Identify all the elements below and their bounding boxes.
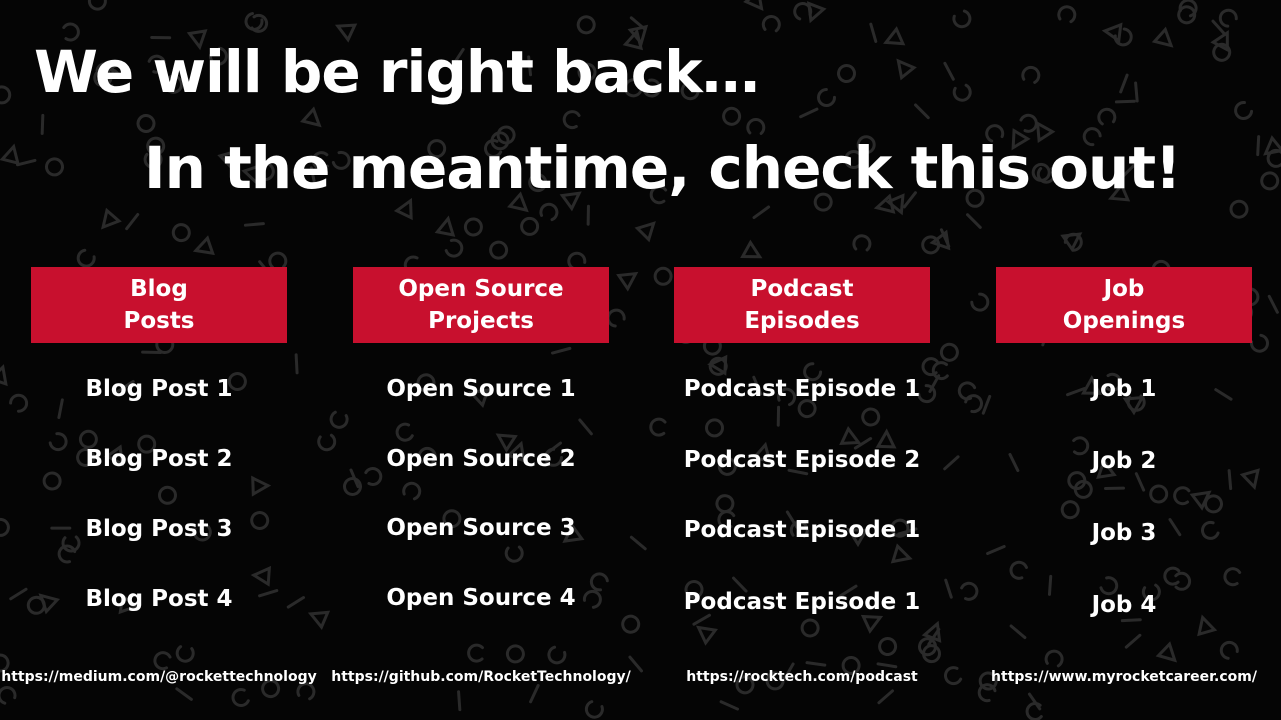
pattern-shape xyxy=(852,234,872,252)
pattern-shape xyxy=(1234,101,1254,120)
podcast-link[interactable]: https://rocktech.com/podcast xyxy=(634,667,970,687)
list-item[interactable]: Blog Post 1 xyxy=(11,374,307,404)
list-item[interactable]: Podcast Episode 1 xyxy=(654,587,950,617)
pattern-shape xyxy=(896,58,917,81)
pattern-shape xyxy=(76,248,96,268)
pattern-shape xyxy=(649,417,667,437)
column-blog-posts: Blog Posts Blog Post 1 Blog Post 2 Blog … xyxy=(1,267,317,697)
pattern-shape xyxy=(740,239,763,259)
pattern-shape xyxy=(1021,65,1041,84)
blog-link[interactable]: https://medium.com/@rockettechnology xyxy=(0,667,327,687)
pattern-shape xyxy=(171,223,191,243)
pattern-shape xyxy=(817,88,836,107)
column-job-openings: Job Openings Job 1 Job 2 Job 3 Job 4 htt… xyxy=(991,267,1257,697)
pattern-shape xyxy=(966,213,982,229)
pattern-shape xyxy=(0,686,17,705)
list-item[interactable]: Blog Post 2 xyxy=(11,444,307,474)
list-item[interactable]: Open Source 4 xyxy=(333,583,629,613)
pattern-shape xyxy=(1260,171,1280,191)
list-item[interactable]: Podcast Episode 1 xyxy=(654,515,950,545)
pattern-shape xyxy=(883,26,906,46)
pattern-shape xyxy=(463,217,483,237)
headline-primary: We will be right back… xyxy=(34,38,760,106)
pattern-shape xyxy=(914,103,930,120)
pattern-shape xyxy=(444,238,464,258)
pattern-shape xyxy=(307,610,331,630)
pattern-shape xyxy=(869,22,878,43)
pattern-shape xyxy=(101,207,122,230)
pattern-shape xyxy=(489,240,509,260)
pattern-shape xyxy=(1212,42,1232,62)
pattern-shape xyxy=(1250,333,1269,353)
pattern-shape xyxy=(943,61,955,81)
column-header-podcast-episodes: Podcast Episodes xyxy=(674,267,930,343)
list-item[interactable]: Blog Post 3 xyxy=(11,514,307,544)
pattern-shape xyxy=(616,271,639,292)
pattern-shape xyxy=(0,143,20,166)
pattern-shape xyxy=(621,614,641,634)
column-podcast-episodes: Podcast Episodes Podcast Episode 1 Podca… xyxy=(674,267,930,697)
list-item[interactable]: Job 4 xyxy=(976,590,1272,620)
github-link[interactable]: https://github.com/RocketTechnology/ xyxy=(313,667,649,687)
pattern-shape xyxy=(243,222,265,227)
pattern-shape xyxy=(0,85,12,105)
list-item[interactable]: Job 3 xyxy=(976,518,1272,548)
list-item[interactable]: Open Source 3 xyxy=(333,513,629,543)
pattern-shape xyxy=(329,410,349,429)
list-item[interactable]: Open Source 1 xyxy=(333,374,629,404)
headline-secondary: In the meantime, check this out! xyxy=(144,134,1181,202)
pattern-shape xyxy=(192,235,215,256)
pattern-shape xyxy=(634,221,656,243)
pattern-shape xyxy=(806,1,827,24)
pattern-shape xyxy=(1114,99,1136,104)
list-item[interactable]: Podcast Episode 2 xyxy=(654,445,950,475)
pattern-shape xyxy=(40,113,45,135)
pattern-shape xyxy=(1229,199,1249,219)
pattern-shape xyxy=(629,535,647,551)
pattern-shape xyxy=(15,158,37,167)
list-item[interactable]: Podcast Episode 1 xyxy=(654,374,950,404)
pattern-shape xyxy=(952,83,972,102)
pattern-shape xyxy=(939,342,959,362)
pattern-shape xyxy=(1267,294,1279,314)
pattern-shape xyxy=(584,700,604,719)
pattern-shape xyxy=(1113,27,1133,47)
pattern-shape xyxy=(606,308,626,328)
careers-link[interactable]: https://www.myrocketcareer.com/ xyxy=(956,667,1281,687)
pattern-shape xyxy=(294,353,299,375)
column-header-blog-posts: Blog Posts xyxy=(31,267,287,343)
column-header-open-source-projects: Open Source Projects xyxy=(353,267,609,343)
list-item[interactable]: Job 2 xyxy=(976,446,1272,476)
pattern-shape xyxy=(837,64,856,83)
pattern-shape xyxy=(1134,81,1139,103)
pattern-shape xyxy=(1057,5,1077,24)
column-header-job-openings: Job Openings xyxy=(996,267,1252,343)
pattern-shape xyxy=(799,107,819,119)
pattern-shape xyxy=(970,292,990,312)
list-item[interactable]: Blog Post 4 xyxy=(11,584,307,614)
pattern-shape xyxy=(743,0,764,12)
pattern-shape xyxy=(653,266,673,286)
pattern-shape xyxy=(520,216,540,236)
pattern-shape xyxy=(1218,8,1238,28)
pattern-shape xyxy=(0,364,8,387)
pattern-shape xyxy=(719,700,740,711)
pattern-shape xyxy=(434,215,456,237)
pattern-shape xyxy=(1101,22,1123,44)
pattern-shape xyxy=(0,517,10,537)
pattern-shape xyxy=(952,9,972,29)
pattern-shape xyxy=(761,15,781,33)
column-open-source-projects: Open Source Projects Open Source 1 Open … xyxy=(331,267,631,697)
pattern-shape xyxy=(1025,702,1043,720)
pattern-shape xyxy=(45,157,64,177)
pattern-shape xyxy=(1256,135,1261,157)
list-item[interactable]: Job 1 xyxy=(976,374,1272,404)
pattern-shape xyxy=(1151,26,1174,48)
list-item[interactable]: Open Source 2 xyxy=(333,444,629,474)
pattern-shape xyxy=(125,213,140,231)
pattern-shape xyxy=(87,0,107,11)
pattern-shape xyxy=(1263,135,1281,156)
pattern-shape xyxy=(1119,73,1129,94)
